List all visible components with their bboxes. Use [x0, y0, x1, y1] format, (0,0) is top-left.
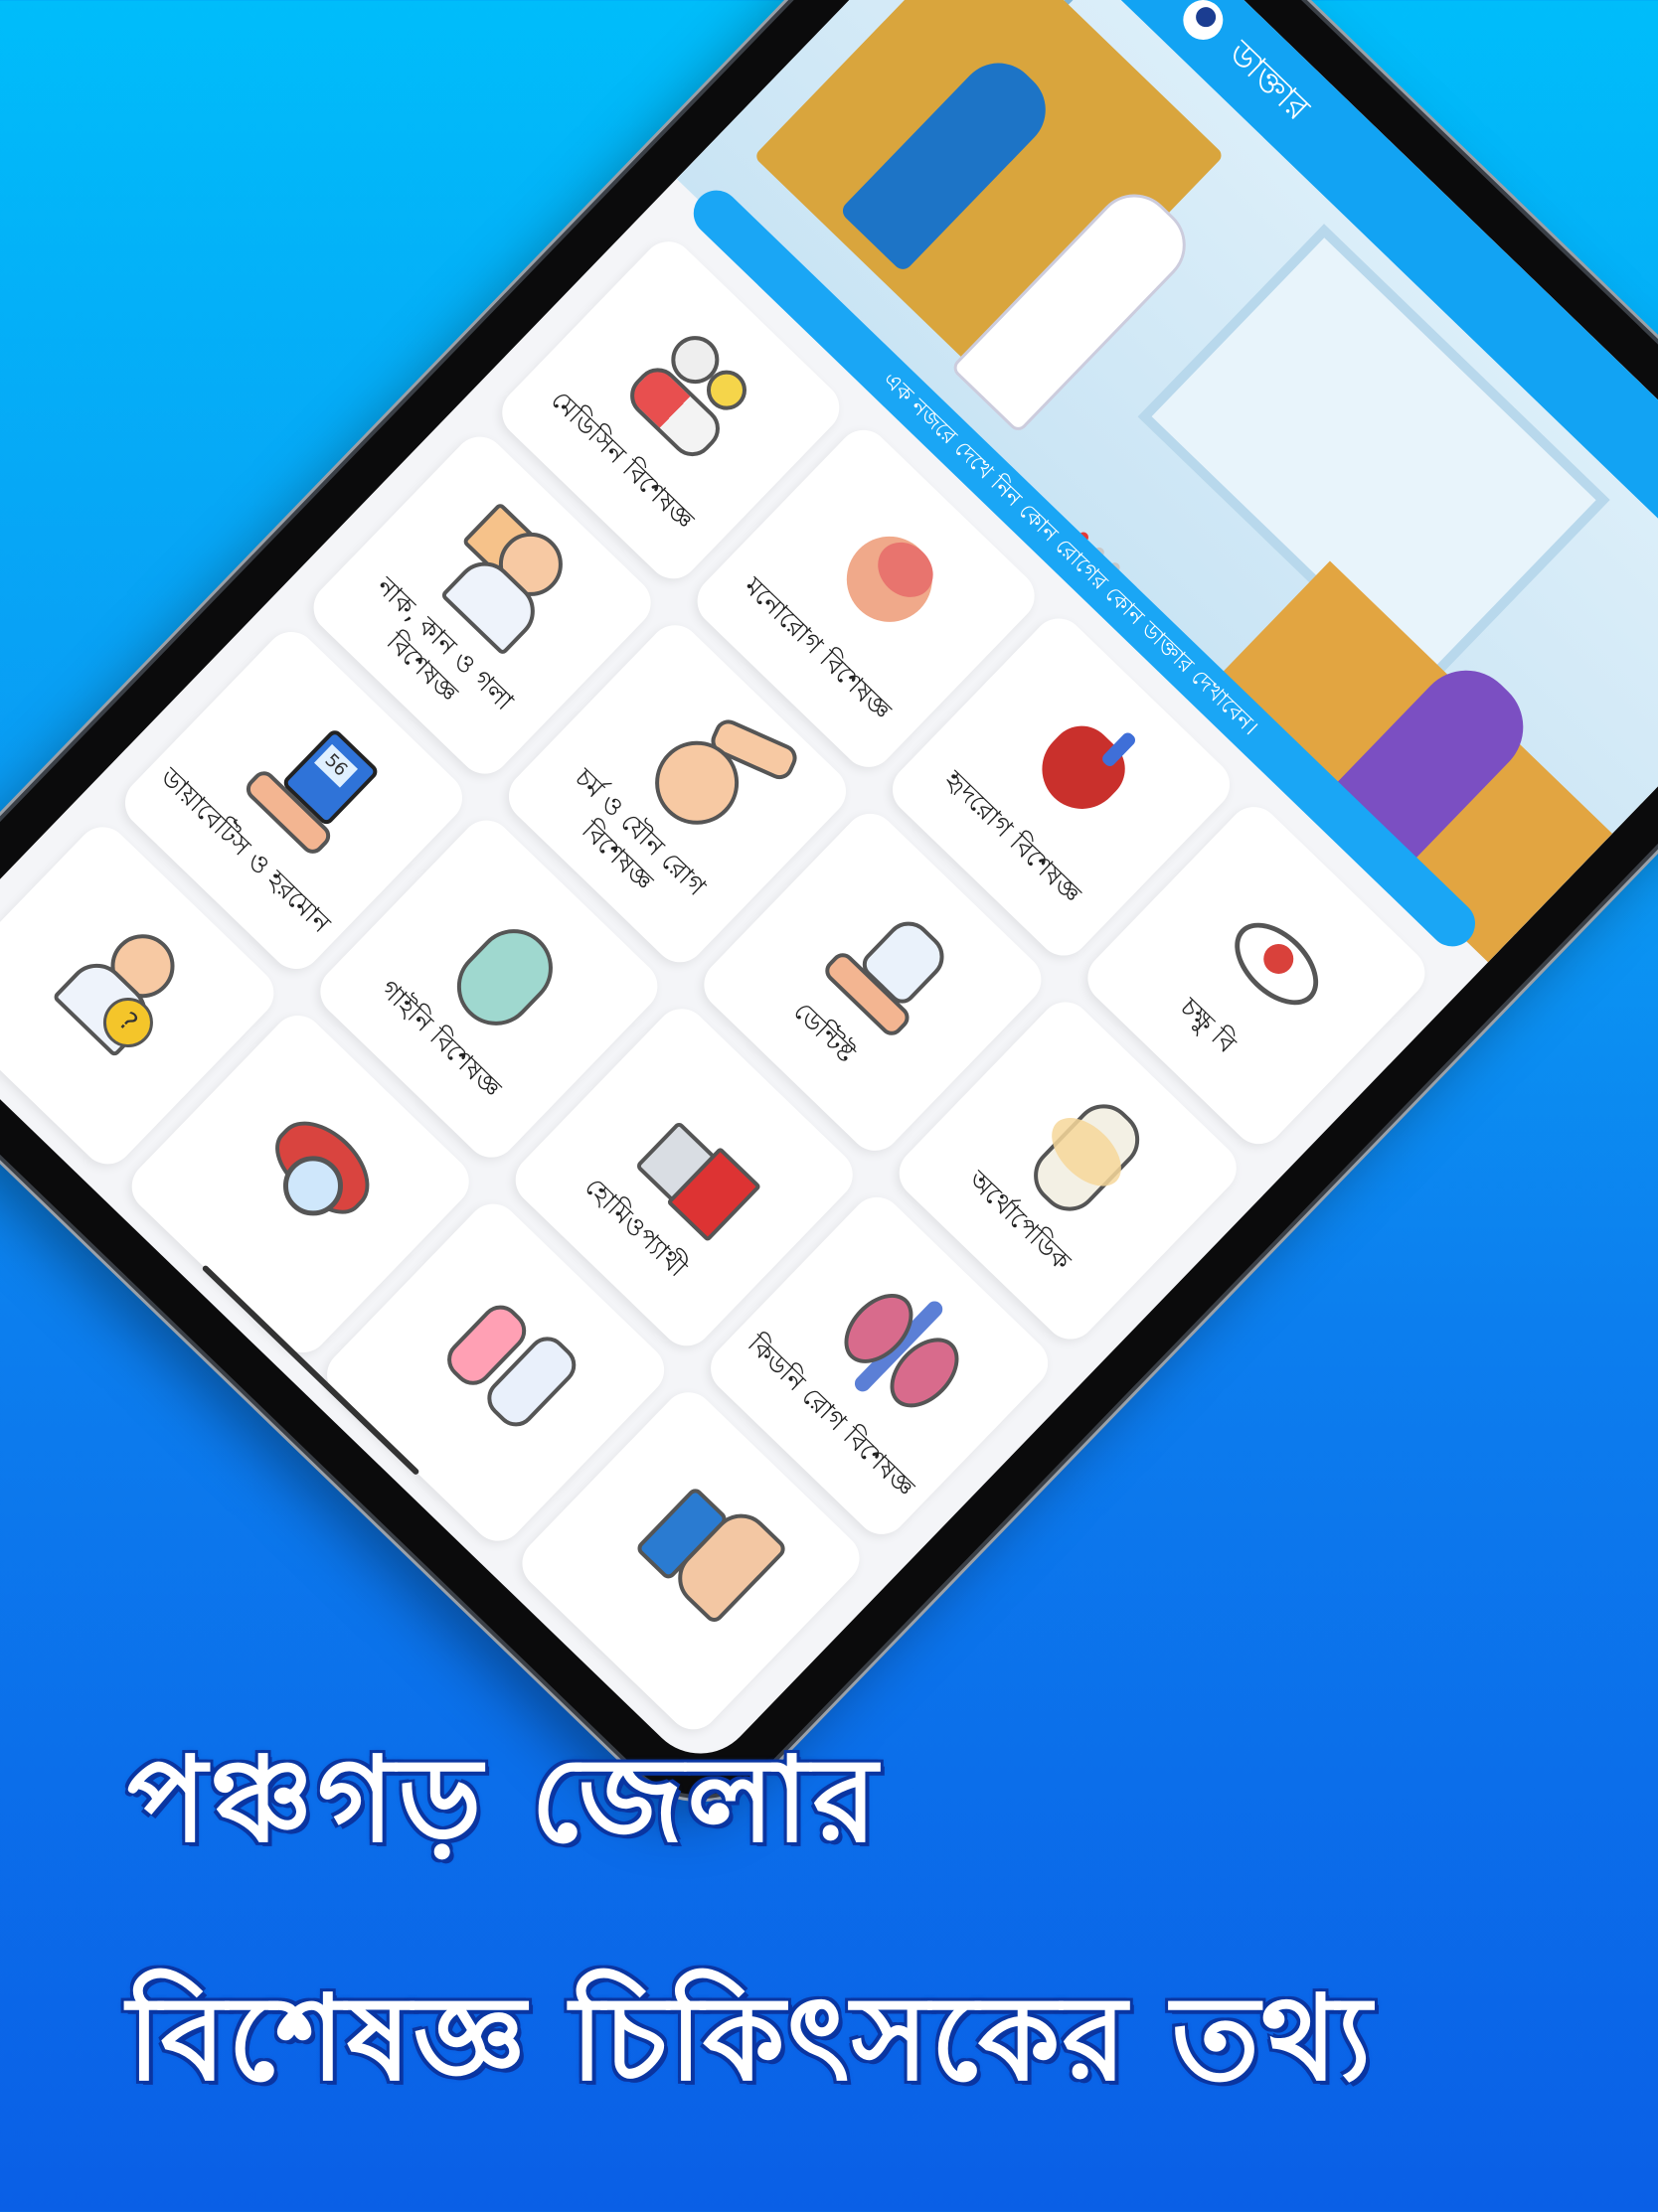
headline-line-1: পঞ্চগড় জেলার — [127, 1731, 882, 1868]
headline-line-2: বিশেষজ্ঞ চিকিৎসকের তথ্য — [127, 1970, 1374, 2107]
pediatric-icon — [430, 1268, 599, 1437]
liver-icon — [236, 1080, 405, 1249]
category-label — [630, 1600, 654, 1624]
category-label: ডেন্টিষ্ট — [787, 996, 861, 1068]
category-label — [45, 1034, 69, 1058]
category-label — [434, 1411, 458, 1435]
category-label: চক্ষু বি — [1174, 992, 1243, 1059]
doctor-logo-icon — [1175, 0, 1232, 49]
app-screen: ডাক্তার এক নজরে দেখে নিন কোন রোগের কোন ড… — [0, 0, 1658, 1777]
tablet-device-frame: ডাক্তার এক নজরে দেখে নিন কোন রোগের কোন ড… — [0, 0, 1658, 1833]
doctor-question-icon: ? — [40, 891, 209, 1060]
asthma-inhaler-icon — [626, 1457, 795, 1626]
category-label — [240, 1222, 263, 1246]
